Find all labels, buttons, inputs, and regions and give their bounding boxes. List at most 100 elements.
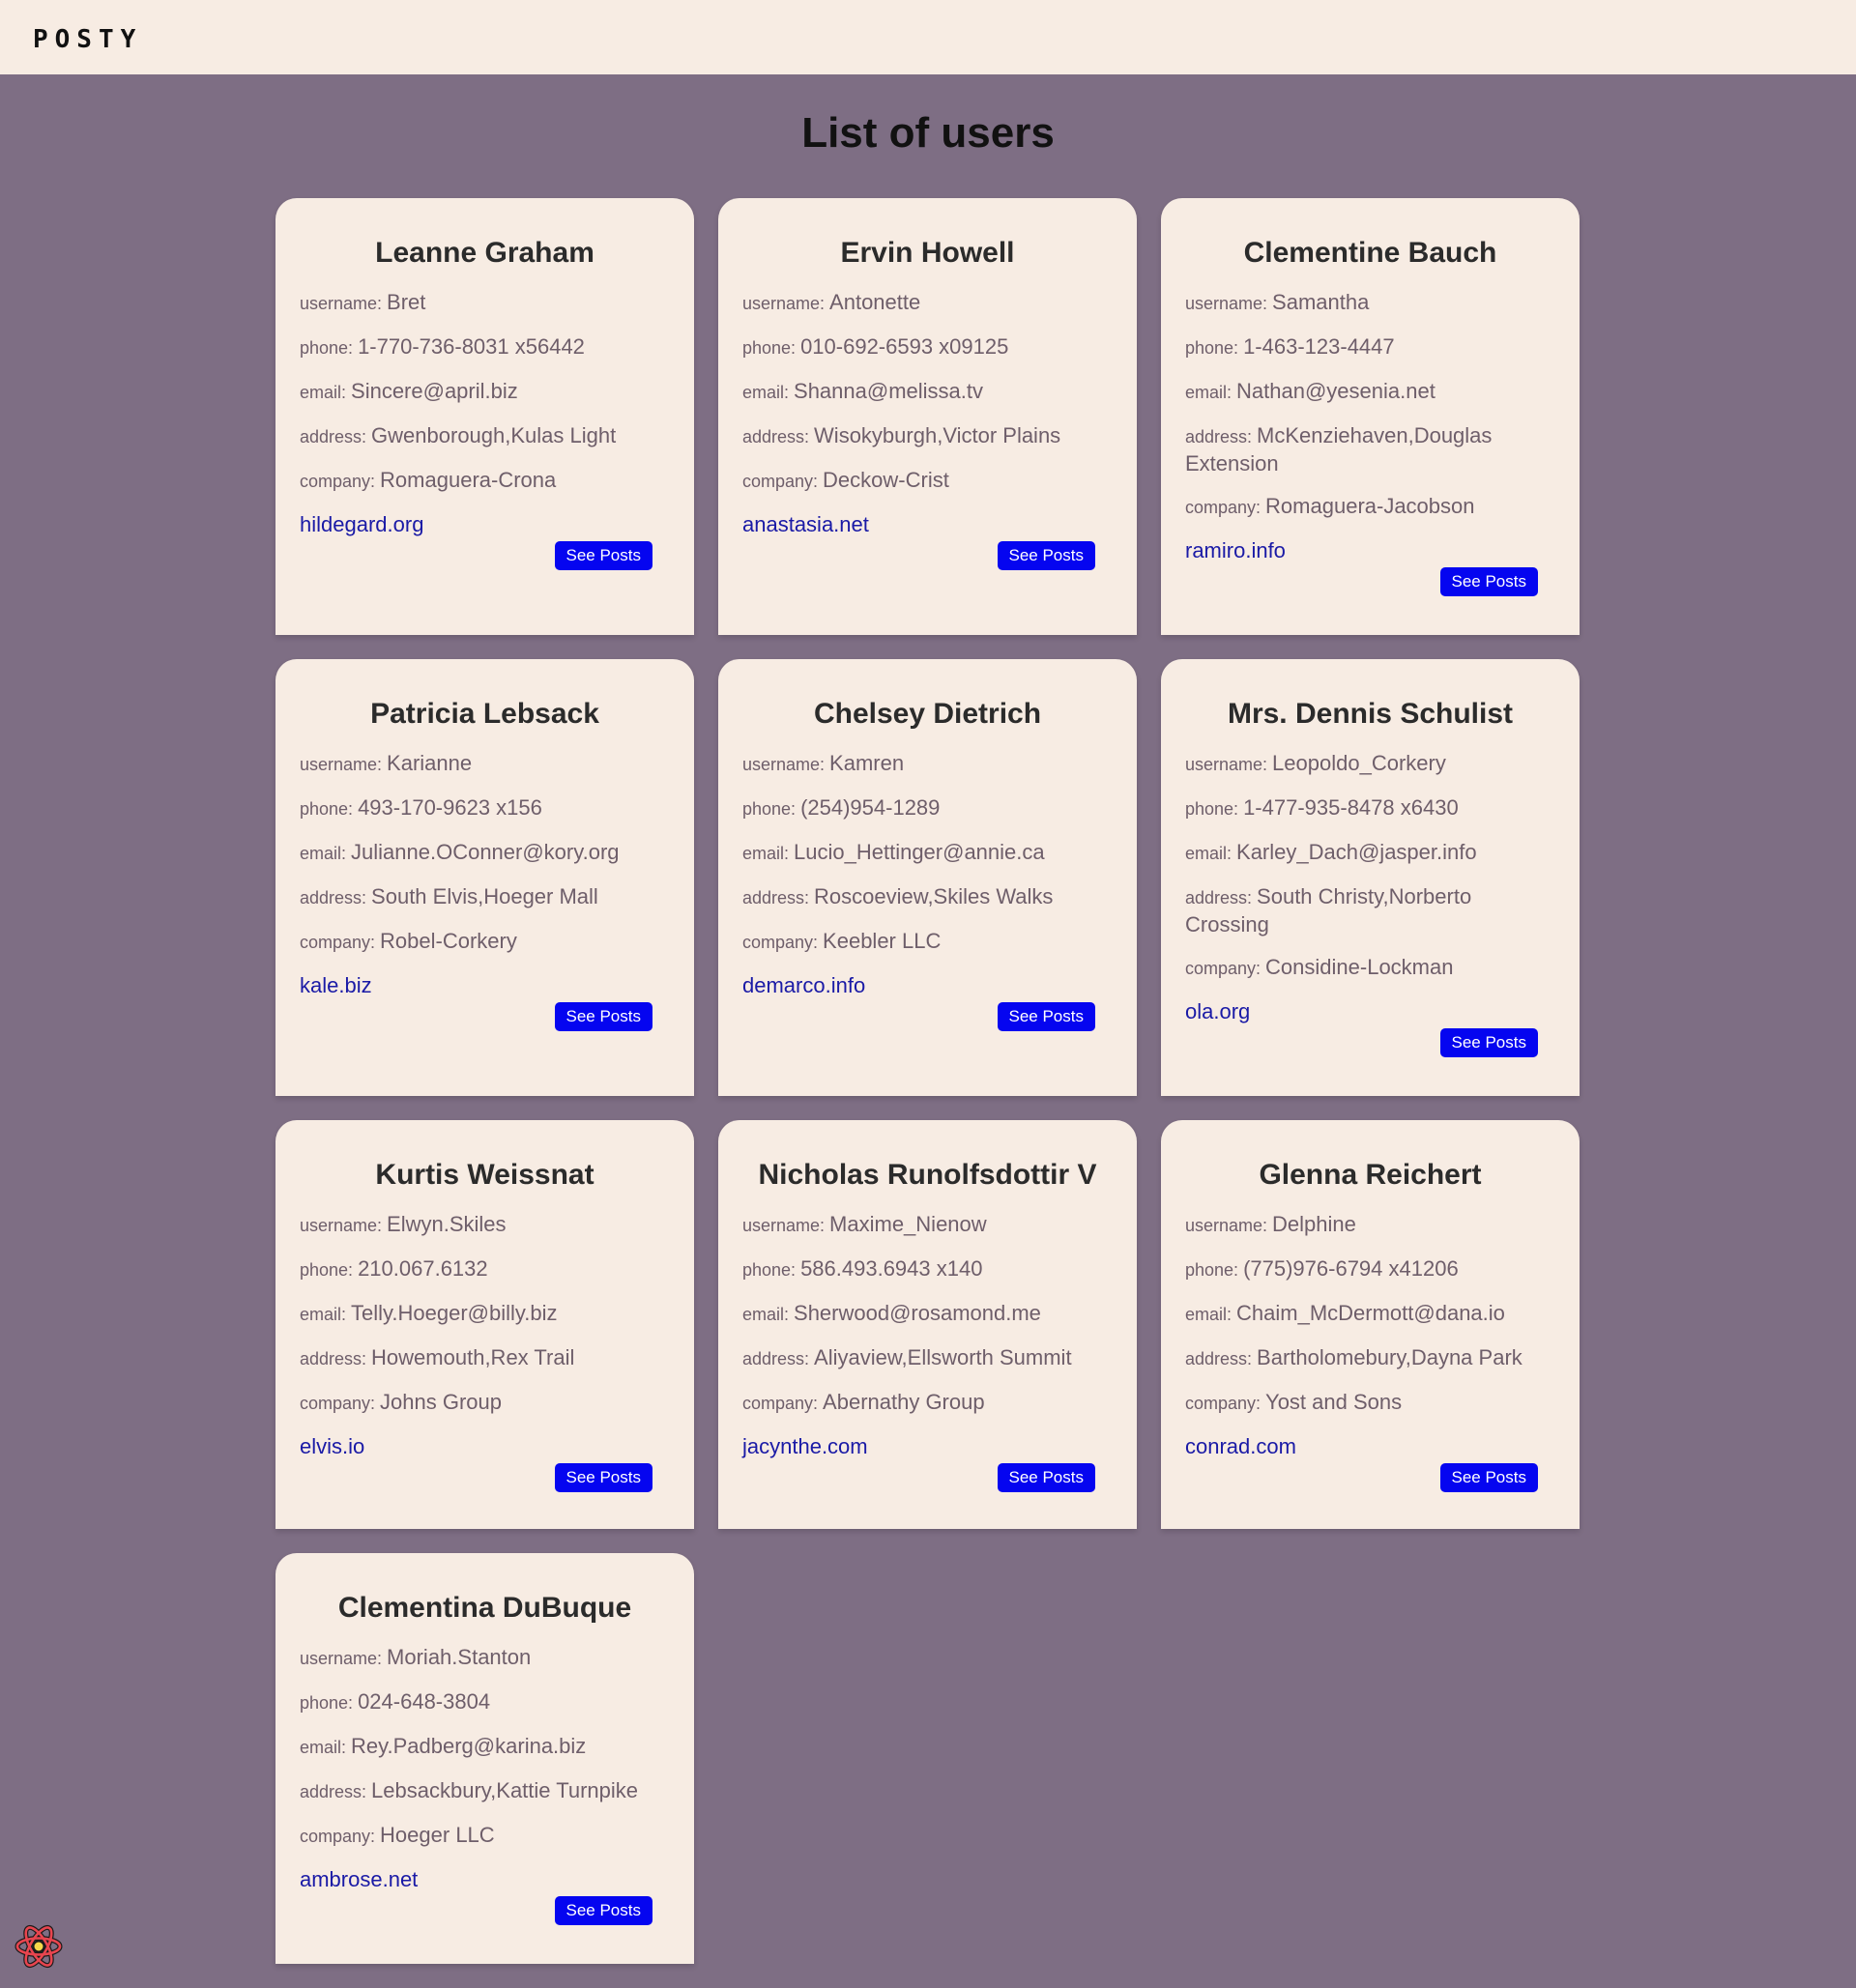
website-link[interactable]: ramiro.info [1185,538,1286,562]
website-link[interactable]: demarco.info [742,973,865,997]
company-label: company: [300,1827,381,1846]
see-posts-button[interactable]: See Posts [554,1002,652,1031]
company-value: Johns Group [380,1390,503,1414]
user-email: email: Telly.Hoeger@billy.biz [300,1300,670,1328]
user-address: address: South Elvis,Hoeger Mall [300,883,670,911]
see-posts-button[interactable]: See Posts [997,1002,1095,1031]
phone-value: 010-692-6593 x09125 [800,334,1009,359]
user-address: address: Aliyaview,Ellsworth Summit [742,1344,1113,1372]
company-label: company: [300,472,381,491]
username-label: username: [1185,294,1273,313]
app-logo[interactable]: POSTY [33,25,142,54]
phone-value: 210.067.6132 [358,1256,488,1281]
user-email: email: Sherwood@rosamond.me [742,1300,1113,1328]
user-company: company: Hoeger LLC [300,1822,670,1850]
website-link[interactable]: jacynthe.com [742,1434,868,1458]
button-wrap: See Posts [742,541,1095,570]
username-label: username: [300,755,388,774]
address-label: address: [300,1349,372,1369]
phone-label: phone: [1185,338,1244,358]
see-posts-button[interactable]: See Posts [997,1463,1095,1492]
user-email: email: Chaim_McDermott@dana.io [1185,1300,1555,1328]
website-link[interactable]: ola.org [1185,999,1250,1023]
see-posts-button[interactable]: See Posts [554,541,652,570]
phone-value: 586.493.6943 x140 [800,1256,983,1281]
see-posts-button[interactable]: See Posts [1439,1028,1538,1057]
user-company: company: Johns Group [300,1389,670,1417]
website-link[interactable]: elvis.io [300,1434,364,1458]
email-value: Chaim_McDermott@dana.io [1236,1301,1505,1325]
website-link[interactable]: conrad.com [1185,1434,1296,1458]
company-value: Abernathy Group [823,1390,985,1414]
see-posts-button[interactable]: See Posts [554,1463,652,1492]
user-grid: Leanne Graham username: Bret phone: 1-770-… [276,198,1580,1988]
user-name: Nicholas Runolfsdottir V [758,1159,1097,1191]
button-wrap: See Posts [300,1896,652,1925]
phone-label: phone: [300,338,359,358]
see-posts-button[interactable]: See Posts [1439,567,1538,596]
address-label: address: [300,1782,372,1801]
username-value: Samantha [1272,290,1370,314]
company-value: Robel-Corkery [380,929,517,953]
user-username: username: Bret [300,289,670,317]
see-posts-button[interactable]: See Posts [554,1896,652,1925]
website-link[interactable]: hildegard.org [300,512,423,536]
button-wrap: See Posts [300,1463,652,1492]
user-company: company: Romaguera-Jacobson [1185,493,1555,521]
user-address: address: Howemouth,Rex Trail [300,1344,670,1372]
user-email: email: Lucio_Hettinger@annie.ca [742,839,1113,867]
website-link[interactable]: kale.biz [300,973,372,997]
user-address: address: Roscoeview,Skiles Walks [742,883,1113,911]
user-username: username: Moriah.Stanton [300,1644,670,1672]
username-value: Maxime_Nienow [829,1212,987,1236]
username-value: Delphine [1272,1212,1356,1236]
email-value: Sincere@april.biz [351,379,518,403]
user-phone: phone: 1-770-736-8031 x56442 [300,333,670,361]
user-name: Clementina DuBuque [337,1592,632,1624]
user-email: email: Shanna@melissa.tv [742,378,1113,406]
user-name: Chelsey Dietrich [813,698,1042,730]
address-label: address: [742,427,815,447]
email-label: email: [742,1305,795,1324]
company-value: Romaguera-Jacobson [1265,494,1475,518]
user-phone: phone: 024-648-3804 [300,1688,670,1716]
website-link[interactable]: anastasia.net [742,512,869,536]
username-label: username: [1185,1216,1273,1235]
phone-value: 1-770-736-8031 x56442 [358,334,585,359]
email-value: Lucio_Hettinger@annie.ca [794,840,1045,864]
user-address: address: McKenziehaven,Douglas Extension [1185,422,1555,476]
see-posts-button[interactable]: See Posts [997,541,1095,570]
address-label: address: [300,427,372,447]
company-value: Yost and Sons [1265,1390,1403,1414]
user-email: email: Nathan@yesenia.net [1185,378,1555,406]
user-name: Ervin Howell [840,237,1015,269]
phone-value: 493-170-9623 x156 [358,795,542,820]
user-name: Leanne Graham [375,237,594,269]
phone-value: 1-463-123-4447 [1243,334,1395,359]
email-value: Telly.Hoeger@billy.biz [351,1301,558,1325]
company-label: company: [300,933,381,952]
user-phone: phone: 586.493.6943 x140 [742,1255,1113,1283]
user-company: company: Robel-Corkery [300,928,670,956]
user-card: Patricia Lebsack username: Karianne phone:… [276,659,694,1096]
phone-label: phone: [300,1260,359,1280]
user-email: email: Karley_Dach@jasper.info [1185,839,1555,867]
react-icon[interactable] [14,1921,64,1972]
username-value: Kamren [829,751,905,775]
company-label: company: [300,1394,381,1413]
user-card: Leanne Graham username: Bret phone: 1-770-… [276,198,694,635]
user-card: Ervin Howell username: Antonette phone: 01… [718,198,1137,635]
user-phone: phone: 493-170-9623 x156 [300,794,670,822]
user-name: Kurtis Weissnat [375,1159,594,1191]
email-label: email: [742,383,795,402]
button-wrap: See Posts [742,1463,1095,1492]
username-label: username: [742,294,830,313]
phone-label: phone: [1185,799,1244,819]
website-link[interactable]: ambrose.net [300,1867,418,1891]
button-wrap: See Posts [1185,1463,1538,1492]
see-posts-button[interactable]: See Posts [1439,1463,1538,1492]
user-company: company: Keebler LLC [742,928,1113,956]
user-username: username: Kamren [742,750,1113,778]
user-username: username: Karianne [300,750,670,778]
company-value: Deckow-Crist [823,468,949,492]
